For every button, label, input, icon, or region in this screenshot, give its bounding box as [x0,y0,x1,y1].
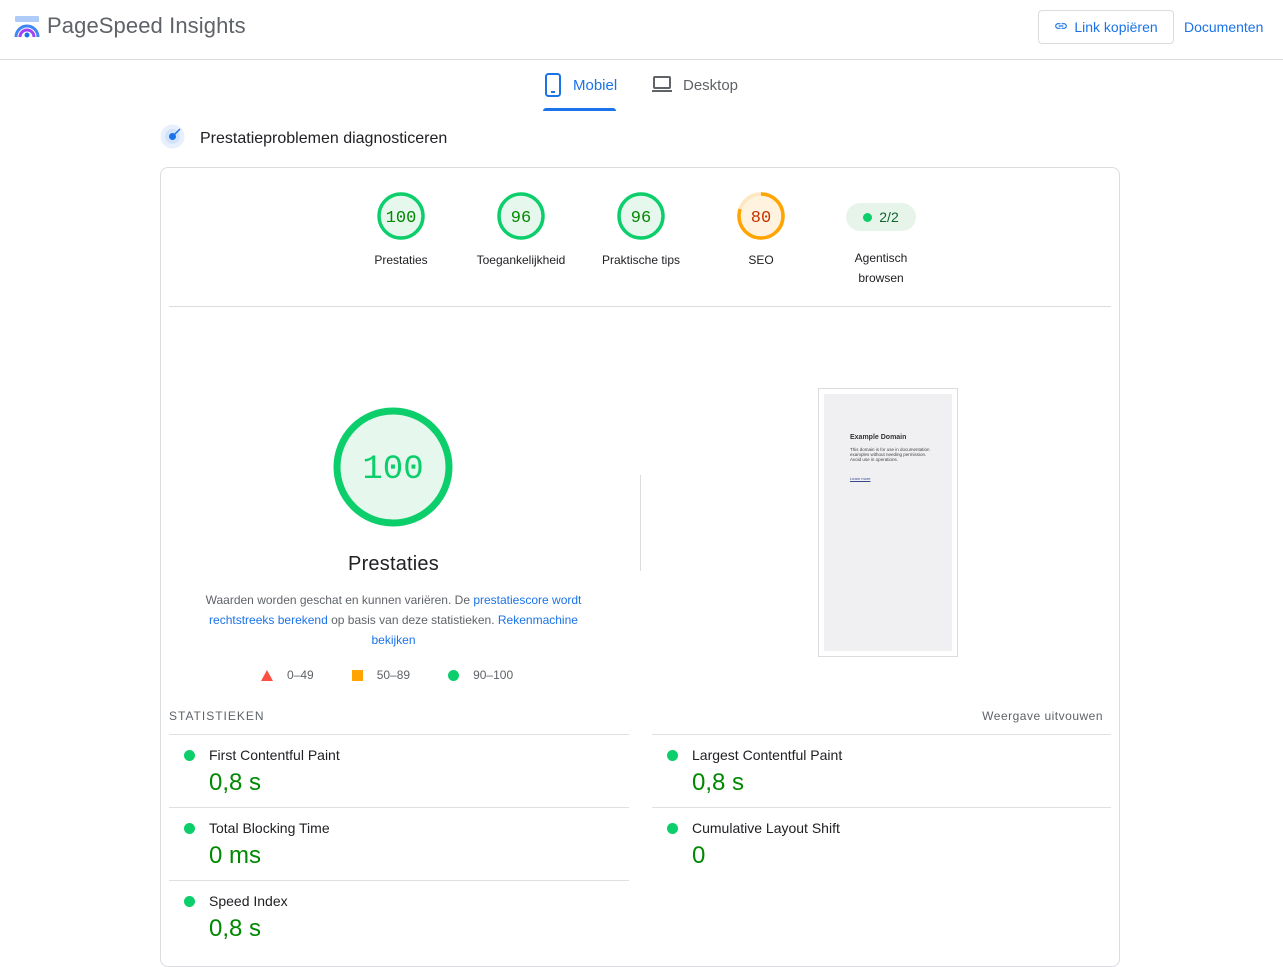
diagnose-section-header: Prestatieproblemen diagnosticeren [160,124,448,154]
gauge-label: Toegankelijkheid [476,253,566,267]
metric-name: First Contentful Paint [209,747,340,763]
pass-dot-icon [863,212,873,222]
stats-heading: STATISTIEKEN [169,709,265,723]
desc-text: Waarden worden geschat en kunnen variëre… [205,593,474,607]
main-score: 100 [362,451,423,489]
gauge-ring-icon: 96 [497,192,545,240]
gauge-score: 100 [386,209,417,228]
gauge-ring-icon: 96 [617,192,665,240]
square-icon [351,669,363,681]
brand-title[interactable]: PageSpeed Insights [47,13,246,39]
metric-speed-index: Speed Index 0,8 s [169,881,609,953]
metric-tbt: Total Blocking Time 0 ms [169,808,609,880]
copy-link-button[interactable]: Link kopiëren [1038,10,1174,44]
diagnose-radar-icon [160,124,185,154]
device-tabs: Mobiel Desktop [0,62,1283,111]
pass-dot-icon [184,750,195,761]
gauge-label: Praktische tips [601,253,681,267]
tab-mobile[interactable]: Mobiel [543,73,618,111]
divider [169,306,1111,307]
screenshot-body: This domain is for use in documentation … [850,447,930,462]
big-gauge-ring-icon: 100 [333,407,453,527]
agentic-label-line: Agentisch [854,251,908,265]
vertical-divider [640,475,641,571]
legend-item-fail: 0–49 [261,668,314,682]
pagespeed-logo-icon[interactable] [14,15,40,39]
gauge-best-practices[interactable]: 96 Praktische tips [586,191,696,270]
screenshot-content: Example Domain This domain is for use in… [824,394,952,651]
metric-cls: Cumulative Layout Shift 0 [652,808,1092,880]
agentic-value: 2/2 [879,209,899,225]
legend-range: 90–100 [473,668,514,682]
agentic-label-line: browsen [858,271,904,285]
pass-dot-icon [667,823,678,834]
screenshot-title: Example Domain [850,434,907,441]
section-title: Prestatieproblemen diagnosticeren [200,130,448,147]
report-card: 100 Prestaties 96 Toegankelijkheid 96 Pr… [160,167,1120,967]
agentic-browsing-pill[interactable]: 2/2 [846,203,916,231]
metric-value: 0,8 s [209,915,262,942]
gauge-ring-icon: 100 [377,192,425,240]
gauge-ring-icon: 80 [737,192,785,240]
tab-desktop-label: Desktop [683,77,739,94]
copy-link-label: Link kopiëren [1074,19,1158,35]
performance-main-gauge: 100 [332,406,454,533]
desc-text: op basis van deze statistieken. [327,613,498,627]
legend-item-average: 50–89 [351,668,411,682]
gauge-score: 80 [751,209,771,228]
main-score-label: Prestaties [348,553,439,575]
screenshot-link: Learn more [850,476,871,481]
gauge-label: Prestaties [374,253,428,267]
legend-item-pass: 90–100 [448,668,513,682]
metric-value: 0,8 s [209,769,262,796]
category-gauges: 100 Prestaties 96 Toegankelijkheid 96 Pr… [161,168,1119,307]
gauge-seo[interactable]: 80 SEO [706,191,816,270]
metric-value: 0 ms [209,842,262,869]
circle-icon [448,669,460,681]
tab-desktop[interactable]: Desktop [651,73,738,109]
metric-value: 0 [692,842,706,869]
triangle-icon [261,669,273,681]
legend-range: 0–49 [287,668,314,682]
docs-link[interactable]: Documenten [1184,19,1263,35]
gauge-performance[interactable]: 100 Prestaties [346,191,456,270]
metric-fcp: First Contentful Paint 0,8 s [169,735,609,807]
top-bar: PageSpeed Insights Link kopiëren Documen… [0,0,1283,60]
score-legend: 0–49 50–89 90–100 [261,668,551,682]
link-icon [1054,19,1068,36]
metric-name: Speed Index [209,893,288,909]
tab-mobile-label: Mobiel [573,77,618,94]
phone-icon [543,73,563,101]
metric-value: 0,8 s [692,769,745,796]
metric-name: Largest Contentful Paint [692,747,843,763]
expand-view-toggle[interactable]: Weergave uitvouwen [982,709,1103,723]
gauge-score: 96 [511,209,531,228]
metric-name: Total Blocking Time [209,820,330,836]
laptop-icon [651,73,673,99]
score-description: Waarden worden geschat en kunnen variëre… [186,590,601,650]
pass-dot-icon [667,750,678,761]
metric-name: Cumulative Layout Shift [692,820,840,836]
agentic-label: Agentisch browsen [826,248,936,288]
gauge-score: 96 [631,209,651,228]
gauge-label: SEO [748,253,774,267]
pass-dot-icon [184,823,195,834]
metric-lcp: Largest Contentful Paint 0,8 s [652,735,1092,807]
gauge-accessibility[interactable]: 96 Toegankelijkheid [466,191,576,270]
legend-range: 50–89 [376,668,411,682]
page-screenshot[interactable]: Example Domain This domain is for use in… [818,388,958,657]
pass-dot-icon [184,896,195,907]
